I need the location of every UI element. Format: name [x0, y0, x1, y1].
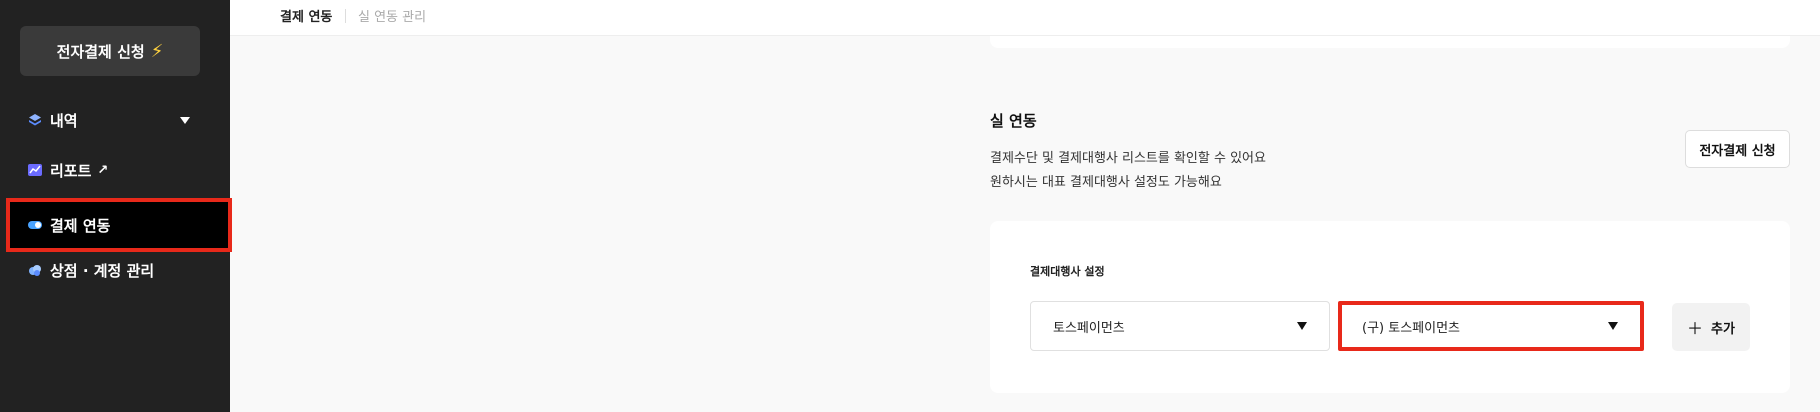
lightning-icon: ⚡ — [150, 40, 164, 62]
pg-select[interactable]: 토스페이먼츠 — [1030, 301, 1330, 351]
external-link-icon: ↗ — [97, 162, 109, 178]
sidebar-item-report[interactable]: 리포트 ↗ — [0, 150, 230, 190]
section-description: 결제수단 및 결제대행사 리스트를 확인할 수 있어요 원하시는 대표 결제대행… — [990, 147, 1266, 195]
sidebar-apply-button[interactable]: 전자결제 신청 ⚡ — [20, 26, 200, 76]
sidebar-item-payment-integration[interactable]: 결제 연동 — [6, 198, 232, 252]
section-desc-line: 결제수단 및 결제대행사 리스트를 확인할 수 있어요 — [990, 151, 1266, 166]
sidebar-apply-label: 전자결제 신청 — [56, 42, 145, 61]
sidebar-item-label: 내역 — [50, 111, 78, 130]
sidebar-item-label: 리포트 — [50, 161, 92, 180]
toggle-icon — [28, 218, 42, 232]
pg-select-value: 토스페이먼츠 — [1053, 320, 1125, 336]
sidebar-item-label: 결제 연동 — [50, 216, 111, 235]
plus-icon: ＋ — [1687, 319, 1704, 338]
pg-settings-card: 결제대행사 설정 토스페이먼츠 (구) 토스페이먼츠 ＋ 추가 — [990, 221, 1790, 393]
top-tab-bar: 결제 연동 실 연동 관리 — [230, 0, 1820, 36]
add-button[interactable]: ＋ 추가 — [1672, 303, 1750, 351]
add-button-label: 추가 — [1711, 321, 1735, 337]
pg-version-select-value: (구) 토스페이먼츠 — [1362, 320, 1460, 336]
section-title: 실 연동 — [990, 112, 1037, 130]
sidebar: 전자결제 신청 ⚡ 내역 리포트 ↗ 결제 연동 상점 · 계정 관리 — [0, 0, 232, 412]
app-root: 전자결제 신청 ⚡ 내역 리포트 ↗ 결제 연동 상점 · 계정 관리 결제 연… — [0, 0, 1820, 412]
dropdown-arrow-icon — [1608, 322, 1618, 330]
sidebar-item-history[interactable]: 내역 — [0, 100, 230, 140]
sidebar-item-label: 상점 · 계정 관리 — [50, 261, 155, 280]
layers-icon — [28, 113, 42, 127]
pg-settings-label: 결제대행사 설정 — [1030, 265, 1105, 278]
sidebar-item-store-account[interactable]: 상점 · 계정 관리 — [0, 250, 230, 290]
tab-divider — [345, 9, 346, 23]
chart-icon — [28, 163, 42, 177]
apply-payment-button[interactable]: 전자결제 신청 — [1685, 130, 1790, 168]
pg-version-select[interactable]: (구) 토스페이먼츠 — [1338, 301, 1644, 351]
tab-payment-integration[interactable]: 결제 연동 — [280, 6, 332, 25]
chevron-down-icon[interactable] — [180, 117, 190, 124]
previous-card — [990, 36, 1790, 48]
cloud-icon — [28, 263, 42, 277]
dropdown-arrow-icon — [1297, 322, 1307, 330]
tab-live-integration-management[interactable]: 실 연동 관리 — [358, 6, 426, 25]
section-desc-line: 원하시는 대표 결제대행사 설정도 가능해요 — [990, 175, 1222, 190]
